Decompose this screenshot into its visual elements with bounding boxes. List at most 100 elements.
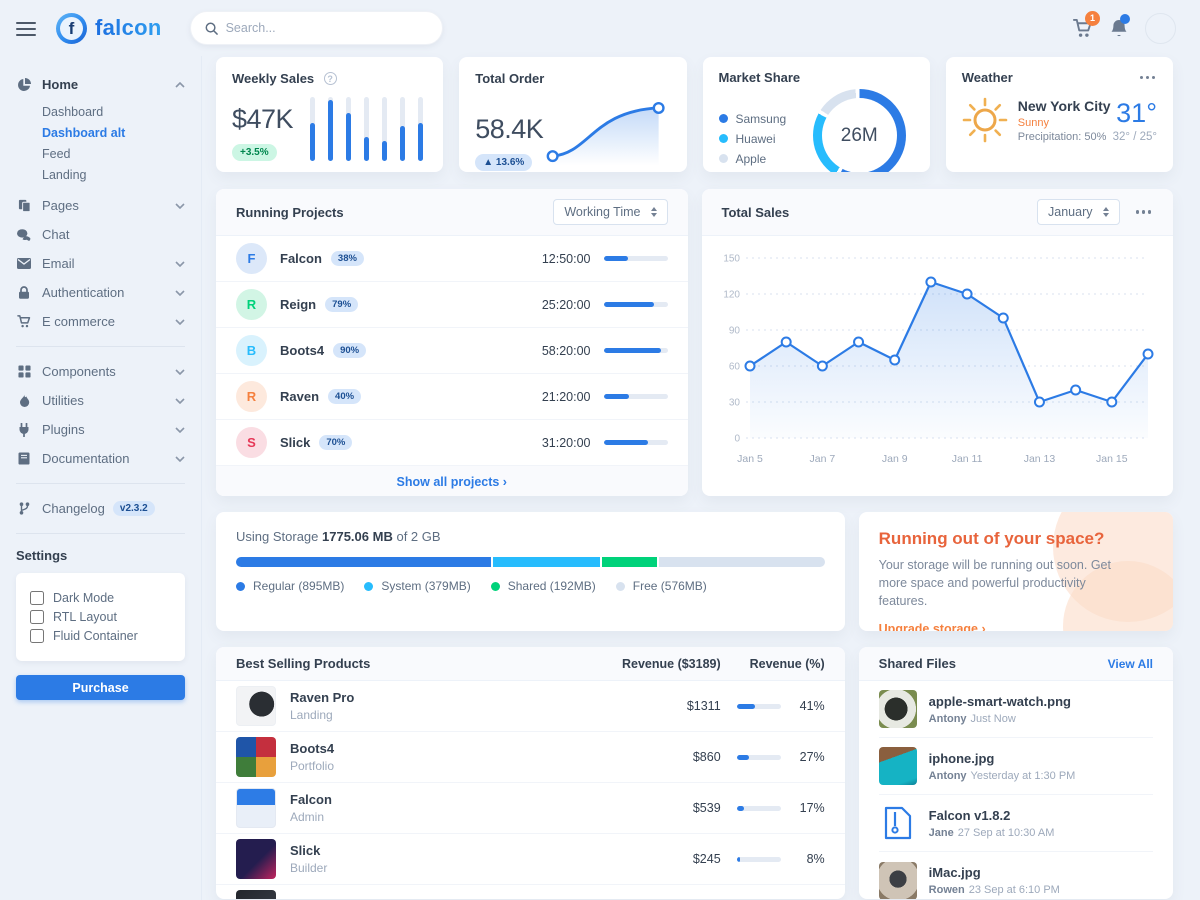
revenue-pct-column-header: Revenue (%) <box>737 657 825 671</box>
sidebar-item-plugins[interactable]: Plugins <box>16 415 185 444</box>
project-progress-badge: 40% <box>328 389 361 404</box>
dark-mode-toggle[interactable]: Dark Mode <box>30 591 171 605</box>
envelope-icon <box>16 258 32 269</box>
project-progress-badge: 70% <box>319 435 352 450</box>
project-row[interactable]: R Reign 79% 25:20:00 <box>216 282 688 328</box>
file-row[interactable]: iphone.jpg AntonyYesterday at 1:30 PM <box>879 738 1153 795</box>
file-row[interactable]: Falcon v1.8.2 Jane27 Sep at 10:30 AM <box>879 795 1153 852</box>
svg-text:60: 60 <box>728 362 740 373</box>
total-order-chart <box>543 97 670 171</box>
chevron-down-icon <box>175 427 185 433</box>
fluid-container-toggle[interactable]: Fluid Container <box>30 629 171 643</box>
view-all-link[interactable]: View All <box>1108 657 1153 671</box>
running-projects-card: Running Projects Working Time F Falcon 3… <box>216 189 688 496</box>
sidebar-item-changelog[interactable]: Changelog v2.3.2 <box>16 494 185 523</box>
sidebar-item-authentication[interactable]: Authentication <box>16 278 185 307</box>
svg-text:Jan 5: Jan 5 <box>737 453 763 465</box>
sidebar-item-pages[interactable]: Pages <box>16 191 185 220</box>
sidebar-item-chat[interactable]: Chat <box>16 220 185 249</box>
top-navbar: falcon 1 <box>0 0 1200 56</box>
chevron-down-icon <box>175 398 185 404</box>
svg-text:Jan 11: Jan 11 <box>951 453 982 465</box>
upgrade-storage-link[interactable]: Upgrade storage › <box>879 622 986 631</box>
sidebar-item-dashboard[interactable]: Dashboard <box>42 101 185 122</box>
fluid-container-checkbox[interactable] <box>30 629 44 643</box>
weekly-sales-chart <box>310 97 423 161</box>
sidebar-item-components[interactable]: Components <box>16 357 185 386</box>
chevron-up-icon <box>175 82 185 88</box>
space-body: Your storage will be running out soon. G… <box>879 556 1120 610</box>
brand-logo[interactable]: falcon <box>56 13 162 44</box>
svg-text:Jan 15: Jan 15 <box>1096 453 1128 465</box>
product-row[interactable]: FalconAdmin $539 17% <box>216 783 845 834</box>
shared-files-title: Shared Files <box>879 656 1108 671</box>
show-all-projects-link[interactable]: Show all projects › <box>397 475 507 489</box>
working-time-select[interactable]: Working Time <box>553 199 667 225</box>
legend-dot <box>491 582 500 591</box>
project-progress-bar <box>604 256 668 261</box>
weekly-sales-title: Weekly Sales <box>232 71 314 86</box>
rtl-layout-toggle[interactable]: RTL Layout <box>30 610 171 624</box>
cart-button[interactable]: 1 <box>1072 18 1093 39</box>
home-submenu: Dashboard Dashboard alt Feed Landing <box>16 101 185 185</box>
dark-mode-checkbox[interactable] <box>30 591 44 605</box>
notifications-button[interactable] <box>1109 18 1129 39</box>
shared-files-card: Shared Files View All apple-smart-watch.… <box>859 647 1173 899</box>
sidebar-item-utilities[interactable]: Utilities <box>16 386 185 415</box>
project-row[interactable]: B Boots4 90% 58:20:00 <box>216 328 688 374</box>
project-row[interactable]: S Slick 70% 31:20:00 <box>216 420 688 466</box>
cart-count-badge: 1 <box>1085 11 1100 26</box>
search-bar[interactable] <box>190 11 443 45</box>
project-avatar: R <box>236 289 267 320</box>
weather-city: New York City <box>1018 98 1111 114</box>
chat-icon <box>16 229 32 241</box>
search-input[interactable] <box>226 21 428 35</box>
legend-dot <box>719 154 728 163</box>
file-thumbnail <box>879 690 917 728</box>
weather-temperature: 31° <box>1113 98 1157 129</box>
sidebar-divider <box>16 483 185 484</box>
hamburger-menu-icon[interactable] <box>16 18 36 40</box>
sidebar-item-home[interactable]: Home <box>16 70 185 99</box>
legend-dot <box>616 582 625 591</box>
total-sales-card: Total Sales January 0306090120150Jan 5Ja… <box>702 189 1174 496</box>
product-row[interactable] <box>216 885 845 899</box>
sidebar-item-landing[interactable]: Landing <box>42 164 185 185</box>
code-branch-icon <box>16 502 32 515</box>
sidebar-item-feed[interactable]: Feed <box>42 143 185 164</box>
project-avatar: S <box>236 427 267 458</box>
product-row[interactable]: SlickBuilder $245 8% <box>216 834 845 885</box>
ellipsis-menu-icon[interactable] <box>1138 72 1158 84</box>
weather-precipitation: Precipitation: 50% <box>1018 131 1111 143</box>
file-row[interactable]: iMac.jpg Rowen23 Sep at 6:10 PM <box>879 852 1153 899</box>
help-icon[interactable]: ? <box>324 72 337 85</box>
project-row[interactable]: F Falcon 38% 12:50:00 <box>216 236 688 282</box>
purchase-button[interactable]: Purchase <box>16 675 185 700</box>
legend-dot <box>236 582 245 591</box>
product-row[interactable]: Boots4Portfolio $860 27% <box>216 732 845 783</box>
product-thumbnail <box>236 686 276 726</box>
best-selling-products-card: Best Selling Products Revenue ($3189) Re… <box>216 647 845 899</box>
market-share-title: Market Share <box>719 70 914 85</box>
storage-card: Using Storage 1775.06 MB of 2 GB Regular… <box>216 512 845 631</box>
sidebar-item-ecommerce[interactable]: E commerce <box>16 307 185 336</box>
ellipsis-menu-icon[interactable] <box>1134 206 1154 218</box>
file-thumbnail <box>879 862 917 900</box>
select-arrows-icon <box>651 207 657 217</box>
project-progress-badge: 38% <box>331 251 364 266</box>
total-order-value: 58.4K <box>475 114 543 145</box>
file-row[interactable]: apple-smart-watch.png AntonyJust Now <box>879 681 1153 738</box>
sidebar-item-dashboard-alt[interactable]: Dashboard alt <box>42 122 185 143</box>
running-projects-title: Running Projects <box>236 205 344 220</box>
rtl-layout-checkbox[interactable] <box>30 610 44 624</box>
pie-chart-icon <box>16 78 32 92</box>
book-icon <box>16 452 32 465</box>
user-avatar[interactable] <box>1145 13 1176 44</box>
weather-card: Weather New York City Sunny Precipi <box>946 57 1173 172</box>
product-row[interactable]: Raven ProLanding $1311 41% <box>216 681 845 732</box>
sidebar-item-email[interactable]: Email <box>16 249 185 278</box>
sidebar-item-documentation[interactable]: Documentation <box>16 444 185 473</box>
product-thumbnail <box>236 737 276 777</box>
month-select[interactable]: January <box>1037 199 1119 225</box>
project-row[interactable]: R Raven 40% 21:20:00 <box>216 374 688 420</box>
